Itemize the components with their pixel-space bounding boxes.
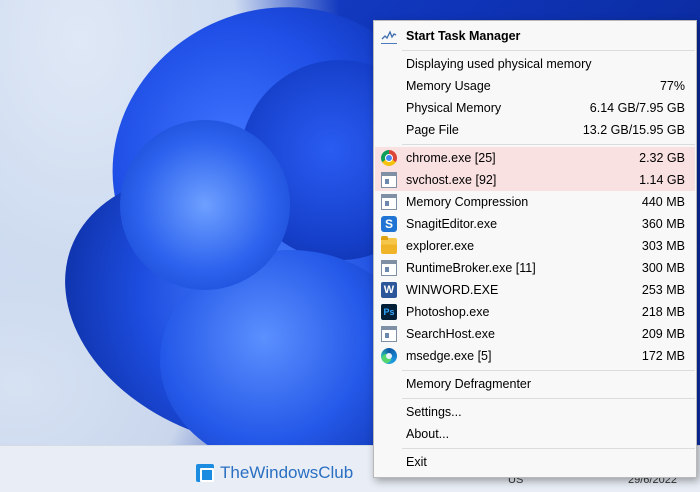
process-name: msedge.exe [5] — [406, 349, 492, 363]
process-name: WINWORD.EXE — [406, 283, 499, 297]
process-name: Memory Compression — [406, 195, 529, 209]
snagit-icon: S — [381, 216, 397, 232]
stat-label: Memory Usage — [406, 79, 491, 93]
info-title-item[interactable]: Displaying used physical memory — [375, 53, 695, 75]
wallpaper-petal — [120, 120, 290, 290]
context-menu: Start Task Manager Displaying used physi… — [373, 20, 697, 478]
watermark-text: TheWindowsClub — [220, 463, 354, 482]
memory-usage-item[interactable]: Memory Usage 77% — [375, 75, 695, 97]
process-item-explorer[interactable]: explorer.exe 303 MB — [375, 235, 695, 257]
menu-separator — [402, 144, 695, 145]
process-memory: 172 MB — [641, 349, 685, 363]
process-name: Photoshop.exe — [406, 305, 490, 319]
menu-item-label: Exit — [406, 455, 427, 469]
process-item-memory-compression[interactable]: Memory Compression 440 MB — [375, 191, 695, 213]
stat-value: 13.2 GB/15.95 GB — [582, 123, 685, 137]
process-memory: 440 MB — [641, 195, 685, 209]
menu-separator — [402, 398, 695, 399]
watermark: TheWindowsClub — [196, 463, 353, 483]
process-memory: 360 MB — [641, 217, 685, 231]
process-item-msedge[interactable]: msedge.exe [5] 172 MB — [375, 345, 695, 367]
page-file-item[interactable]: Page File 13.2 GB/15.95 GB — [375, 119, 695, 141]
menu-item-label: Settings... — [406, 405, 462, 419]
process-memory: 1.14 GB — [639, 173, 685, 187]
settings-item[interactable]: Settings... — [375, 401, 695, 423]
stat-value: 6.14 GB/7.95 GB — [589, 101, 685, 115]
menu-item-label: Memory Defragmenter — [406, 377, 532, 391]
menu-separator — [402, 448, 695, 449]
window-app-icon — [381, 326, 397, 342]
process-memory: 218 MB — [641, 305, 685, 319]
task-manager-icon — [381, 28, 397, 44]
process-name: svchost.exe [92] — [406, 173, 497, 187]
windowsclub-logo-icon — [196, 464, 214, 482]
window-app-icon — [381, 172, 397, 188]
exit-item[interactable]: Exit — [375, 451, 695, 473]
process-item-runtimebroker[interactable]: RuntimeBroker.exe [11] 300 MB — [375, 257, 695, 279]
menu-item-label: About... — [406, 427, 450, 441]
window-app-icon — [381, 260, 397, 276]
process-name: chrome.exe [25] — [406, 151, 496, 165]
process-memory: 209 MB — [641, 327, 685, 341]
photoshop-icon: Ps — [381, 304, 397, 320]
process-name: SnagitEditor.exe — [406, 217, 498, 231]
process-item-searchhost[interactable]: SearchHost.exe 209 MB — [375, 323, 695, 345]
about-item[interactable]: About... — [375, 423, 695, 445]
menu-item-label: Displaying used physical memory — [406, 57, 592, 71]
menu-separator — [402, 370, 695, 371]
process-memory: 300 MB — [641, 261, 685, 275]
process-item-photoshop[interactable]: Ps Photoshop.exe 218 MB — [375, 301, 695, 323]
stat-label: Physical Memory — [406, 101, 502, 115]
process-item-chrome[interactable]: chrome.exe [25] 2.32 GB — [375, 147, 695, 169]
stat-value: 77% — [659, 79, 685, 93]
memory-defragmenter-item[interactable]: Memory Defragmenter — [375, 373, 695, 395]
process-name: explorer.exe — [406, 239, 475, 253]
process-item-svchost[interactable]: svchost.exe [92] 1.14 GB — [375, 169, 695, 191]
start-task-manager-item[interactable]: Start Task Manager — [375, 25, 695, 47]
process-memory: 253 MB — [641, 283, 685, 297]
menu-item-label: Start Task Manager — [406, 29, 521, 43]
process-memory: 303 MB — [641, 239, 685, 253]
stat-label: Page File — [406, 123, 459, 137]
folder-icon — [381, 236, 397, 254]
process-item-winword[interactable]: W WINWORD.EXE 253 MB — [375, 279, 695, 301]
window-app-icon — [381, 194, 397, 210]
word-icon: W — [381, 282, 397, 298]
process-item-snagit[interactable]: S SnagitEditor.exe 360 MB — [375, 213, 695, 235]
physical-memory-item[interactable]: Physical Memory 6.14 GB/7.95 GB — [375, 97, 695, 119]
process-name: SearchHost.exe — [406, 327, 495, 341]
menu-separator — [402, 50, 695, 51]
chrome-icon — [381, 150, 397, 166]
process-memory: 2.32 GB — [639, 151, 685, 165]
edge-icon — [381, 348, 397, 364]
process-name: RuntimeBroker.exe [11] — [406, 261, 536, 275]
